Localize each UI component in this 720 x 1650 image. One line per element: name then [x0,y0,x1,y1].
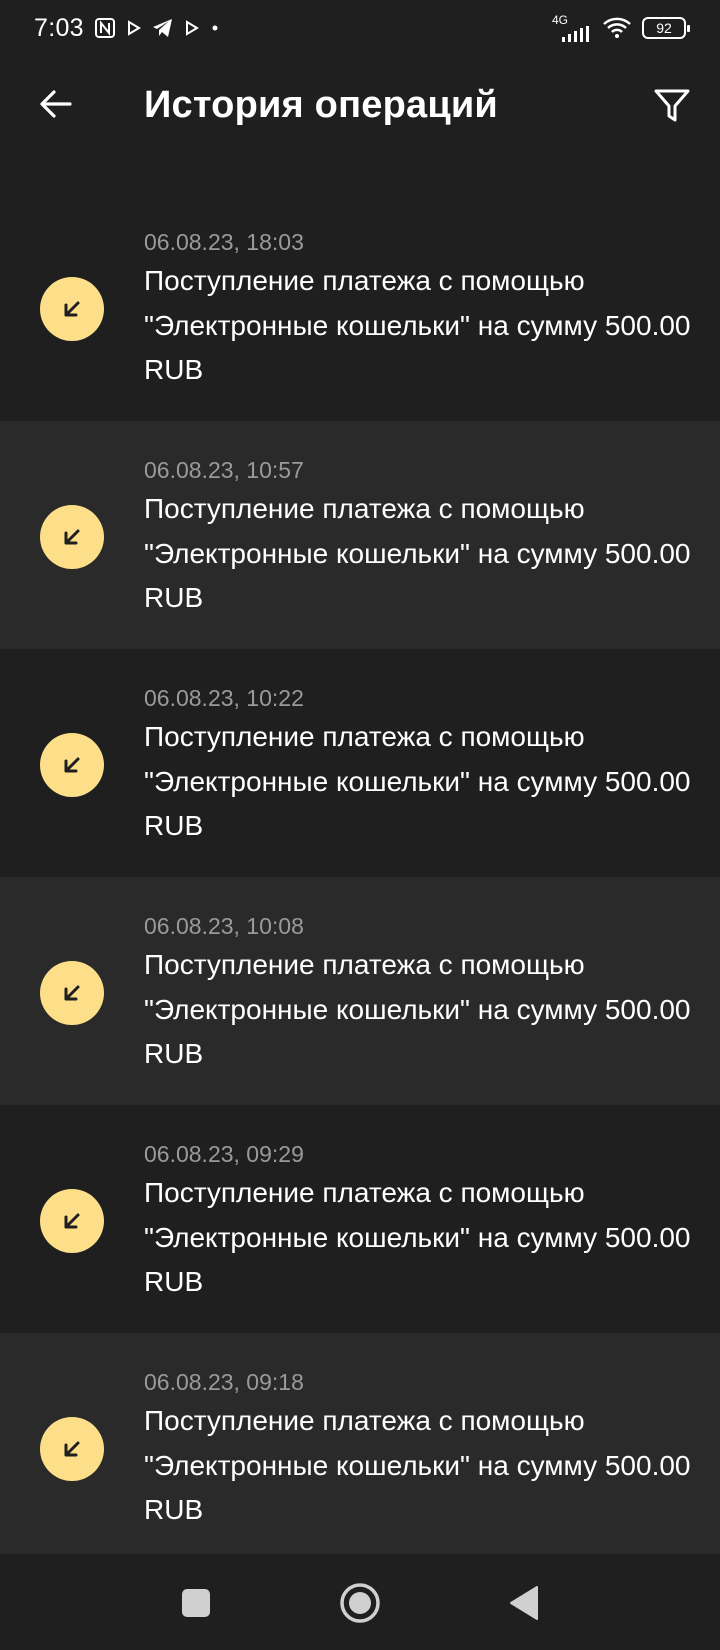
transaction-date: 06.08.23, 10:57 [144,457,304,483]
play-icon [184,20,200,36]
incoming-arrow-icon [40,1189,104,1253]
signal-icon: 4G [552,14,592,42]
transaction-description: Поступление платежа с помощью "Электронн… [144,949,691,1069]
back-button[interactable] [36,84,76,124]
wifi-icon [602,16,632,40]
battery-icon: 92 [642,17,690,39]
recent-apps-icon [182,1589,210,1617]
status-time: 7:03 [34,13,84,42]
incoming-arrow-icon [40,961,104,1025]
transaction-description: Поступление платежа с помощью "Электронн… [144,1405,691,1525]
filter-icon [654,89,690,122]
network-type: 4G [552,13,569,27]
transaction-date: 06.08.23, 09:29 [144,1141,304,1167]
transaction-row[interactable]: 06.08.23, 18:03 Поступление платежа с по… [0,193,720,421]
status-right: 4G 92 [552,14,690,42]
transaction-row[interactable]: 06.08.23, 09:18 Поступление платежа с по… [0,1333,720,1554]
filter-button[interactable] [650,84,694,128]
battery-level: 92 [656,20,672,36]
home-button[interactable] [335,1578,385,1628]
transaction-row[interactable]: 06.08.23, 09:29 Поступление платежа с по… [0,1105,720,1333]
transaction-description: Поступление платежа с помощью "Электронн… [144,1177,691,1297]
app-bar: История операций [0,56,720,156]
recent-apps-button[interactable] [171,1578,221,1628]
transaction-description: Поступление платежа с помощью "Электронн… [144,265,691,385]
incoming-arrow-icon [40,505,104,569]
transaction-description: Поступление платежа с помощью "Электронн… [144,721,691,841]
incoming-arrow-icon [40,277,104,341]
incoming-arrow-icon [40,1417,104,1481]
status-bar: 7:03 4G 92 [0,0,720,56]
page-title: История операций [144,84,498,126]
play-icon [126,20,142,36]
transaction-date: 06.08.23, 18:03 [144,229,304,255]
back-triangle-icon [510,1586,538,1620]
system-nav-bar [0,1556,720,1650]
transaction-date: 06.08.23, 10:08 [144,913,304,939]
status-left: 7:03 [34,14,220,43]
nfc-icon [94,17,116,39]
transaction-row[interactable]: 06.08.23, 10:08 Поступление платежа с по… [0,877,720,1105]
transaction-date: 06.08.23, 09:18 [144,1369,304,1395]
transaction-row[interactable]: 06.08.23, 10:22 Поступление платежа с по… [0,649,720,877]
back-nav-button[interactable] [499,1578,549,1628]
dot-icon [210,23,220,33]
transaction-date: 06.08.23, 10:22 [144,685,304,711]
transaction-list: 06.08.23, 18:03 Поступление платежа с по… [0,193,720,1554]
transaction-description: Поступление платежа с помощью "Электронн… [144,493,691,613]
home-icon [340,1583,380,1623]
arrow-left-icon [40,90,72,118]
transaction-row[interactable]: 06.08.23, 10:57 Поступление платежа с по… [0,421,720,649]
telegram-icon [152,18,174,38]
incoming-arrow-icon [40,733,104,797]
screen: 7:03 4G 92 История операций 06.08.23, 18… [0,0,720,1650]
